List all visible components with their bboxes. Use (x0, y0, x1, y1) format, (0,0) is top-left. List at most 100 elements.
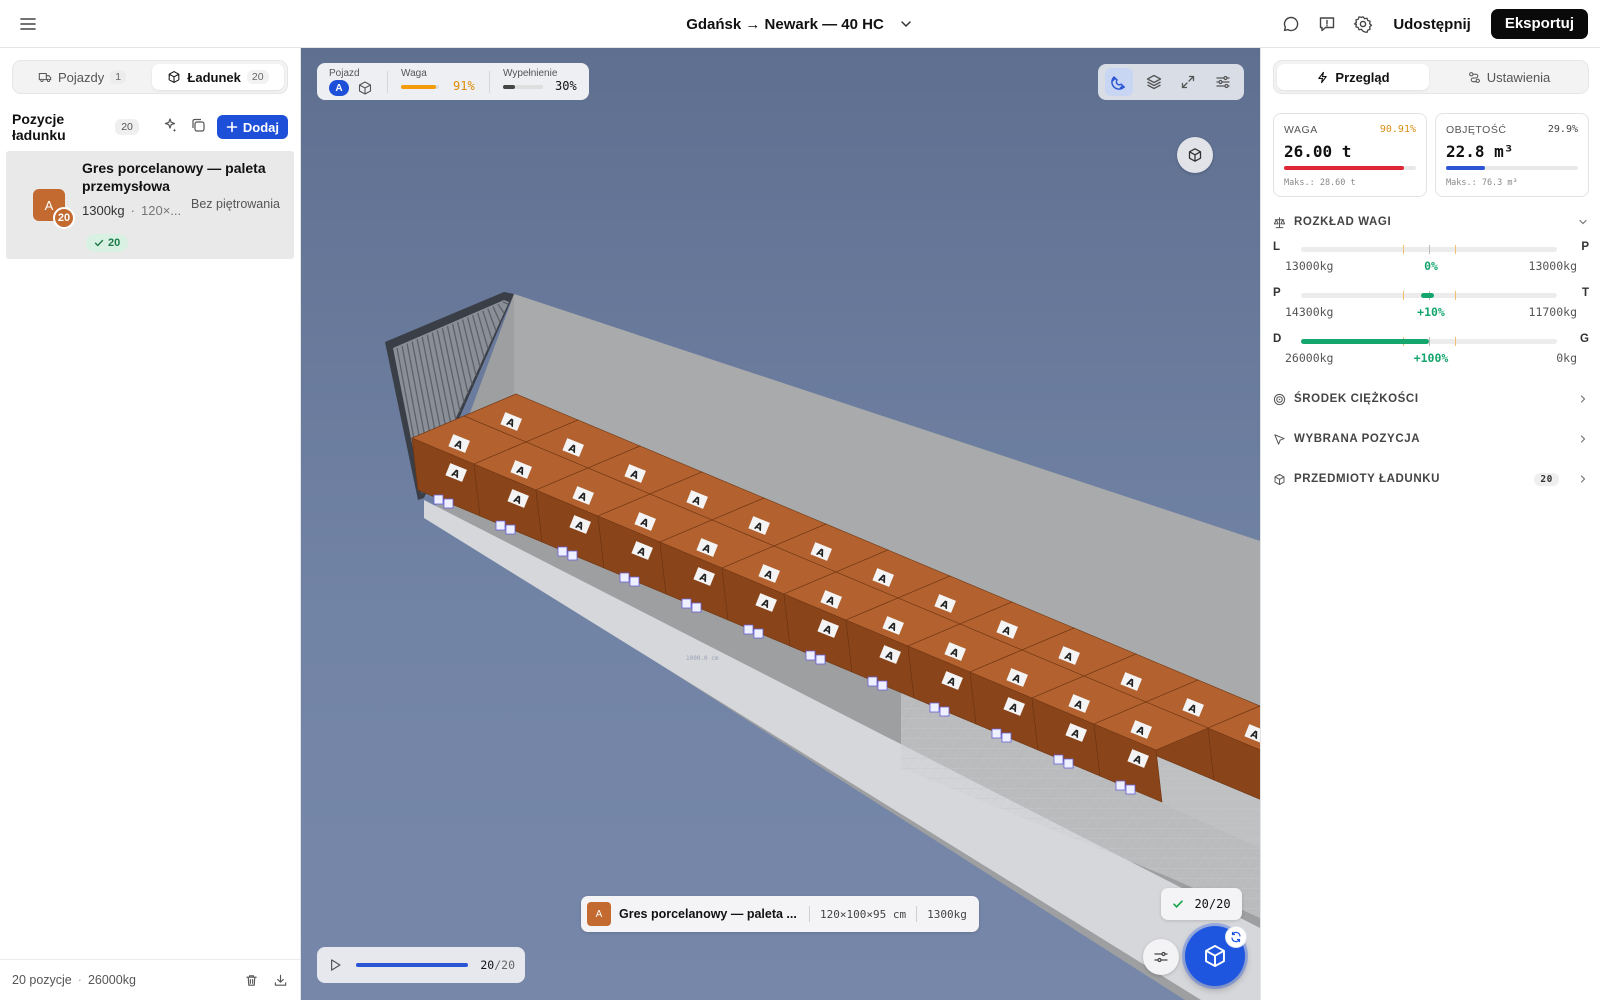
dist-right-value: 13000kg (1528, 259, 1577, 273)
volume-card-percent: 29.9% (1547, 124, 1578, 135)
cargo-items-count: 20 (1534, 472, 1559, 486)
add-item-button[interactable]: Dodaj (216, 115, 288, 139)
export-button[interactable]: Eksportuj (1490, 9, 1588, 39)
volume-card-value: 22.8 m³ (1446, 142, 1514, 161)
hud-vehicle-label: Pojazd (329, 68, 360, 79)
view-settings-button[interactable] (1209, 68, 1237, 96)
handling-sticker (619, 572, 630, 583)
handling-sticker (1115, 780, 1126, 791)
hud-weight-bar (401, 85, 439, 89)
cargo-item-name: Gres porcelanowy — paleta przemysłowa (82, 160, 266, 194)
animation-step: 20/20 (480, 958, 515, 972)
handling-sticker (867, 676, 878, 687)
handling-sticker (929, 702, 940, 713)
container-scene: AAAAAAAAAAAAAAA AA AA AA AA AA AA AA AA AA AA AA 10… (385, 292, 1260, 1000)
selected-item-pill[interactable]: A Gres porcelanowy — paleta ... 120×100×… (581, 896, 979, 932)
tab-cargo-label: Ładunek (187, 69, 241, 85)
hud-fill-bar (503, 85, 543, 89)
handling-sticker (1125, 784, 1136, 795)
chevron-down-icon (1579, 219, 1587, 225)
top-bar: Gdańsk → Newark — 40 HC Udostępnij Ekspo… (0, 0, 1600, 48)
scale-icon (1273, 216, 1286, 228)
trash-icon[interactable] (244, 973, 259, 988)
cursor-icon (1274, 433, 1285, 445)
cargo-item-placed-badge: 20 (86, 234, 129, 252)
check-icon (1173, 900, 1184, 908)
handling-sticker (681, 598, 692, 609)
handling-sticker (443, 498, 454, 509)
layers-icon (1146, 74, 1161, 90)
auto-arrange-button[interactable] (161, 116, 179, 139)
center-of-gravity-header[interactable]: ŚRODEK CIĘŻKOŚCI (1273, 389, 1589, 409)
container-icon[interactable] (357, 80, 373, 96)
view-cube-button[interactable] (1177, 137, 1213, 173)
download-icon[interactable] (273, 973, 288, 988)
duplicate-button[interactable] (189, 116, 207, 139)
handling-sticker (433, 494, 444, 505)
right-panel: Przegląd Ustawienia WAGA 90.91% 26.00 t … (1260, 48, 1600, 1000)
target-icon (1273, 393, 1286, 405)
cargo-list-header: Pozycje ładunku 20 Dodaj (12, 111, 288, 143)
handling-sticker (939, 706, 950, 717)
dist-right-label: P (1581, 241, 1589, 253)
tab-overview-label: Przegląd (1335, 69, 1390, 85)
selected-position-header[interactable]: WYBRANA POZYCJA (1273, 429, 1589, 449)
hud-weight-label: Waga (401, 68, 427, 79)
animation-step-total: /20 (494, 958, 515, 972)
chevron-down-icon[interactable] (898, 16, 914, 32)
play-icon[interactable] (327, 956, 344, 974)
feedback-icon[interactable] (1317, 14, 1337, 34)
dimension-label-mid: 1000.0 cm (686, 655, 719, 662)
layers-tool-button[interactable] (1140, 68, 1168, 96)
package-icon (1274, 473, 1285, 485)
cargo-item-dims: 120×... (141, 203, 182, 218)
settings-icon[interactable] (1353, 14, 1373, 34)
sliders-icon (1216, 75, 1230, 89)
weight-card-max: Maks.: 28.60 t (1284, 178, 1356, 188)
expand-icon (1182, 75, 1195, 89)
cargo-list-count: 20 (115, 119, 139, 135)
load-stats-hud: Pojazd A Waga 91% Wypełnienie 30% (317, 63, 589, 100)
volume-card-max: Maks.: 76.3 m³ (1446, 178, 1518, 188)
cargo-item-quantity-badge: 20 (53, 207, 75, 229)
tab-cargo[interactable]: Ładunek 20 (152, 64, 284, 90)
tab-overview[interactable]: Przegląd (1277, 64, 1429, 90)
handling-sticker (1063, 758, 1074, 769)
handling-sticker (629, 576, 640, 587)
meta-separator: · (130, 203, 135, 218)
cargo-items-header[interactable]: PRZEDMIOTY ŁADUNKU 20 (1273, 469, 1589, 489)
tab-cargo-count: 20 (246, 70, 269, 84)
animation-slider[interactable] (355, 963, 469, 967)
filter-button[interactable] (1143, 939, 1179, 975)
snap-tool-button[interactable] (1105, 68, 1134, 96)
tab-settings[interactable]: Ustawienia (1433, 64, 1585, 90)
cargo-item[interactable]: A 20 Gres porcelanowy — paleta przemysło… (6, 151, 294, 259)
weight-card-bar (1284, 166, 1416, 170)
weight-card-value: 26.00 t (1284, 142, 1352, 161)
chevron-right-icon (1580, 435, 1586, 443)
weight-distribution-header[interactable]: ROZKŁAD WAGI (1273, 212, 1589, 232)
hud-vehicle-badge[interactable]: A (329, 80, 349, 96)
3d-viewport[interactable]: AAAAAAAAAAAAAAAAAAAAAAAAAAAAAAAAAAAAA 10… (301, 48, 1260, 1000)
center-of-gravity-title: ŚRODEK CIĘŻKOŚCI (1294, 393, 1419, 405)
hud-fill-label: Wypełnienie (503, 68, 558, 79)
left-footer: 20 pozycje · 26000kg (0, 959, 300, 1000)
handling-sticker (495, 520, 506, 531)
dist-left-label: D (1273, 333, 1282, 345)
share-button[interactable]: Udostępnij (1389, 10, 1475, 39)
animation-player: 20/20 (317, 947, 525, 983)
cargo-item-stacking: Bez piętrowania (191, 197, 280, 211)
magnet-icon (1111, 76, 1126, 90)
tab-vehicles[interactable]: Pojazdy 1 (16, 64, 148, 90)
weight-card: WAGA 90.91% 26.00 t Maks.: 28.60 t (1273, 113, 1427, 197)
fullscreen-tool-button[interactable] (1174, 68, 1202, 96)
left-panel: Pojazdy 1 Ładunek 20 Pozycje ładunku 20 … (0, 48, 301, 1000)
message-icon[interactable] (1281, 14, 1301, 34)
cargo-item-placed-count: 20 (108, 237, 121, 249)
repack-button[interactable] (1225, 926, 1247, 948)
selected-item-name: Gres porcelanowy — paleta ... (619, 907, 797, 921)
left-tabs: Pojazdy 1 Ładunek 20 (12, 60, 288, 94)
placed-count-value: 20/20 (1194, 897, 1231, 911)
handling-sticker (815, 654, 826, 665)
selected-item-weight: 1300kg (927, 907, 967, 921)
